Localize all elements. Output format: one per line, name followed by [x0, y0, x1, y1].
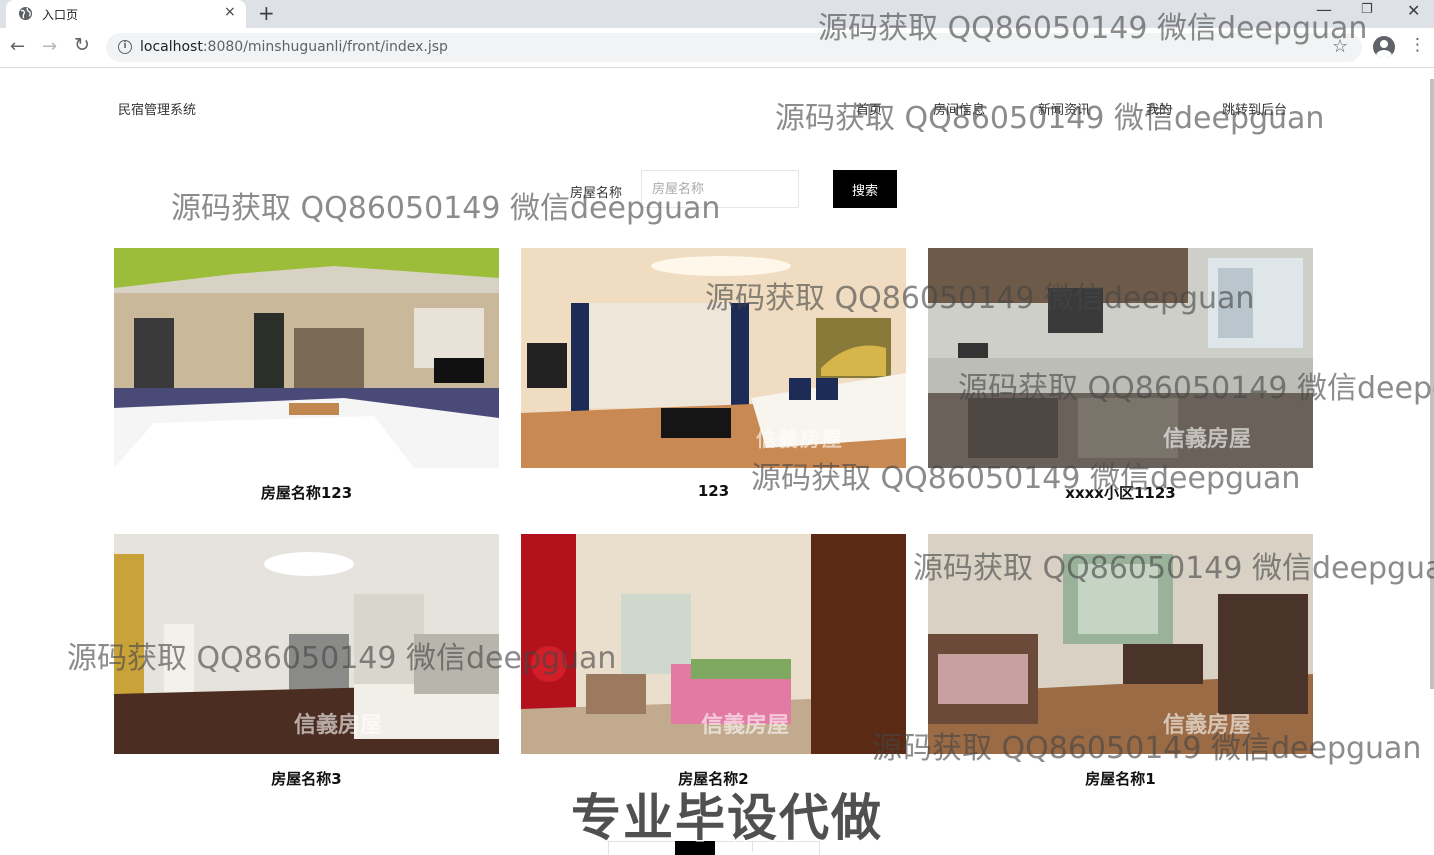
bedroom-photo[interactable]	[114, 248, 499, 468]
site-title[interactable]: 民宿管理系统	[118, 99, 196, 118]
listing-card[interactable]: 信義房屋 123	[521, 248, 906, 518]
search-label: 房屋名称	[570, 186, 623, 201]
window-close-icon[interactable]: ✕	[1407, 1, 1420, 20]
promo-watermark: 专业毕设代做	[570, 788, 883, 849]
listing-title[interactable]: 房屋名称3	[114, 768, 499, 789]
living-room-photo[interactable]: 信義房屋	[114, 534, 499, 754]
listing-card[interactable]: 房屋名称123	[114, 248, 499, 518]
bookmark-star-icon[interactable]: ☆	[1332, 36, 1348, 57]
brand-watermark: 信義房屋	[1163, 712, 1251, 738]
nav-mine[interactable]: 我的	[1146, 99, 1172, 118]
info-icon[interactable]: i	[118, 40, 132, 54]
url-path: :8080/minshuguanli/front/index.jsp	[202, 39, 448, 55]
kitchen-photo[interactable]: 信義房屋	[928, 248, 1313, 468]
nav-rooms[interactable]: 房间信息	[933, 99, 985, 118]
living-room-photo[interactable]: 信義房屋	[928, 534, 1313, 754]
globe-icon	[18, 6, 33, 21]
listing-title[interactable]: 房屋名称1	[928, 768, 1313, 789]
listing-title[interactable]: 123	[521, 482, 906, 500]
browser-tab[interactable]: 入口页 ×	[6, 0, 246, 28]
url-text[interactable]: localhost:8080/minshuguanli/front/index.…	[140, 39, 448, 55]
listing-card[interactable]: 信義房屋 xxxx小区1123	[928, 248, 1313, 518]
address-bar[interactable]: i localhost:8080/minshuguanli/front/inde…	[106, 33, 1362, 62]
nav-home[interactable]: 首页	[856, 99, 882, 118]
tab-title: 入口页	[42, 8, 79, 22]
reload-icon[interactable]: ↻	[74, 34, 90, 56]
minimize-icon[interactable]: —	[1316, 0, 1332, 19]
listing-title[interactable]: 房屋名称123	[114, 482, 499, 503]
kebab-menu-icon[interactable]: ⋮	[1409, 37, 1426, 54]
listing-card[interactable]: 信義房屋 房屋名称3	[114, 534, 499, 804]
page-body: 民宿管理系统 首页 房间信息 新闻资讯 我的 跳转到后台 房屋名称 搜索 房屋名…	[0, 68, 1434, 855]
listing-card[interactable]: 信義房屋 房屋名称2	[521, 534, 906, 804]
url-host: localhost	[140, 39, 203, 55]
brand-watermark: 信義房屋	[1163, 426, 1251, 452]
living-room-photo[interactable]: 信義房屋	[521, 248, 906, 468]
browser-toolbar: ← → ↻ i localhost:8080/minshuguanli/fron…	[0, 28, 1434, 68]
search-button[interactable]: 搜索	[833, 170, 897, 208]
tab-strip: 入口页 × + — ❐ ✕	[0, 0, 1434, 28]
maximize-icon[interactable]: ❐	[1361, 2, 1373, 17]
nav-backend[interactable]: 跳转到后台	[1222, 99, 1287, 118]
listing-card[interactable]: 信義房屋 房屋名称1	[928, 534, 1313, 804]
tab-close-icon[interactable]: ×	[224, 4, 236, 20]
back-arrow-icon[interactable]: ←	[10, 36, 25, 57]
brand-watermark: 信義房屋	[756, 427, 844, 451]
brand-watermark: 信義房屋	[294, 712, 382, 738]
listing-title[interactable]: xxxx小区1123	[928, 482, 1313, 503]
search-input[interactable]	[641, 170, 799, 208]
brand-watermark: 信義房屋	[701, 712, 789, 738]
page-scrollbar[interactable]	[1430, 79, 1434, 689]
new-tab-icon[interactable]: +	[258, 1, 275, 25]
bedroom-photo[interactable]: 信義房屋	[521, 534, 906, 754]
nav-news[interactable]: 新闻资讯	[1038, 99, 1090, 118]
forward-arrow-icon[interactable]: →	[42, 36, 57, 57]
profile-icon[interactable]	[1373, 36, 1395, 58]
